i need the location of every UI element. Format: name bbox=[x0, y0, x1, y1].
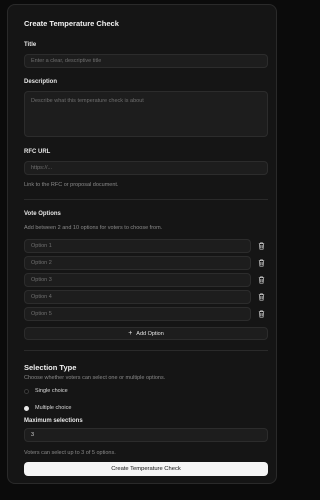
selection-type-help: Choose whether voters can select one or … bbox=[24, 375, 166, 381]
single-choice-radio[interactable] bbox=[24, 389, 29, 394]
add-option-label: Add Option bbox=[136, 330, 164, 337]
vote-options-heading: Vote Options bbox=[24, 211, 61, 217]
divider bbox=[24, 350, 268, 351]
multiple-choice-radio[interactable] bbox=[24, 406, 29, 411]
form-title: Create Temperature Check bbox=[24, 19, 119, 28]
rfc-url-input[interactable]: https://... bbox=[24, 161, 268, 175]
option-input-4[interactable]: Option 4 bbox=[24, 290, 251, 304]
title-label: Title bbox=[24, 42, 37, 48]
option-input-1[interactable]: Option 1 bbox=[24, 239, 251, 253]
max-selections-label: Maximum selections bbox=[24, 418, 83, 424]
trash-icon[interactable] bbox=[256, 258, 266, 268]
multiple-choice-label: Multiple choice bbox=[35, 405, 72, 411]
divider bbox=[24, 199, 268, 200]
rfc-url-help: Link to the RFC or proposal document. bbox=[24, 182, 119, 188]
title-input[interactable]: Enter a clear, descriptive title bbox=[24, 54, 268, 68]
trash-icon[interactable] bbox=[256, 275, 266, 285]
max-selections-input[interactable]: 3 bbox=[24, 428, 268, 442]
option-input-2[interactable]: Option 2 bbox=[24, 256, 251, 270]
trash-icon[interactable] bbox=[256, 292, 266, 302]
rfc-url-label: RFC URL bbox=[24, 149, 51, 155]
description-label: Description bbox=[24, 79, 58, 85]
single-choice-label: Single choice bbox=[35, 388, 68, 394]
create-temperature-check-button[interactable]: Create Temperature Check bbox=[24, 462, 268, 476]
trash-icon[interactable] bbox=[256, 241, 266, 251]
description-textarea[interactable]: Describe what this temperature check is … bbox=[24, 91, 268, 137]
plus-icon: + bbox=[128, 330, 133, 337]
option-input-5[interactable]: Option 5 bbox=[24, 307, 251, 321]
trash-icon[interactable] bbox=[256, 309, 266, 319]
selection-summary: Voters can select up to 3 of 5 options. bbox=[24, 450, 116, 456]
selection-type-heading: Selection Type bbox=[24, 363, 77, 372]
create-temperature-check-card: Create Temperature Check Title Enter a c… bbox=[7, 4, 277, 484]
option-input-3[interactable]: Option 3 bbox=[24, 273, 251, 287]
vote-options-help: Add between 2 and 10 options for voters … bbox=[24, 225, 163, 231]
add-option-button[interactable]: + Add Option bbox=[24, 327, 268, 340]
